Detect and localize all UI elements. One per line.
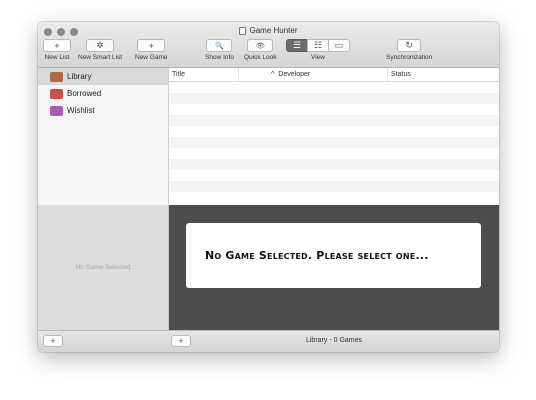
- table-row: [169, 137, 499, 148]
- add-list-button[interactable]: +: [43, 335, 63, 347]
- app-window: Game Hunter + New List ✲ New Smart List …: [38, 22, 499, 352]
- column-header-status[interactable]: Status: [388, 68, 499, 81]
- no-selection-card: No Game Selected. Please select one...: [186, 223, 481, 288]
- library-status: Library - 0 Games: [305, 337, 363, 344]
- sidebar-item-label: Borrowed: [67, 89, 102, 98]
- table-row: [169, 181, 499, 192]
- new-smart-list-label: New Smart List: [78, 54, 123, 61]
- no-selection-message: No Game Selected. Please select one...: [205, 249, 429, 262]
- bottom-bar: + + Library - 0 Games: [38, 330, 499, 352]
- quick-look-label: Quick Look: [244, 54, 277, 61]
- column-header-developer[interactable]: ^ Developer: [239, 68, 388, 81]
- synchronization-label: Synchronization: [386, 54, 433, 61]
- column-header-title[interactable]: Title: [169, 68, 239, 81]
- document-icon: [239, 26, 247, 35]
- view-label: View: [311, 54, 325, 61]
- magnifier-icon: 🔍: [206, 39, 233, 52]
- list-view-icon[interactable]: ☰: [286, 39, 308, 52]
- view-control: ☰ ☷ ▭ View: [286, 39, 350, 61]
- grid-view-icon[interactable]: ☷: [307, 39, 329, 52]
- plus-icon: +: [43, 39, 71, 52]
- toolbar: Game Hunter + New List ✲ New Smart List …: [38, 22, 499, 68]
- wishlist-heart-icon: [50, 105, 63, 116]
- table-row: [169, 126, 499, 137]
- table-row: [169, 93, 499, 104]
- sidebar-item-library[interactable]: Library: [38, 68, 168, 85]
- table-row: [169, 148, 499, 159]
- sort-ascending-icon: ^: [271, 71, 275, 78]
- sidebar: Library Borrowed Wishlist: [38, 68, 169, 205]
- table-row: [169, 159, 499, 170]
- cover-preview: No Game Selected: [38, 205, 169, 330]
- table-row: [169, 170, 499, 181]
- eye-icon: 👁: [247, 39, 274, 52]
- new-game-label: New Game: [135, 54, 168, 61]
- games-table: Title ^ Developer Status: [169, 68, 499, 205]
- window-title: Game Hunter: [38, 26, 499, 35]
- sidebar-item-label: Library: [67, 72, 92, 81]
- new-list-button[interactable]: + New List: [43, 39, 71, 61]
- table-header: Title ^ Developer Status: [169, 68, 499, 82]
- preview-placeholder-text: No Game Selected: [75, 264, 131, 271]
- sync-icon: ↻: [397, 39, 422, 52]
- table-row: [169, 192, 499, 203]
- column-header-developer-label: Developer: [278, 71, 311, 78]
- synchronization-button[interactable]: ↻ Synchronization: [386, 39, 432, 61]
- cover-flow-icon[interactable]: ▭: [328, 39, 350, 52]
- show-info-label: Show Info: [205, 54, 234, 61]
- sidebar-item-borrowed[interactable]: Borrowed: [38, 85, 168, 102]
- view-segmented-control: ☰ ☷ ▭: [286, 39, 350, 52]
- new-game-button[interactable]: + New Game: [135, 39, 168, 61]
- show-info-button[interactable]: 🔍 Show Info: [205, 39, 234, 61]
- plus-icon: +: [50, 336, 56, 346]
- game-detail-pane: No Game Selected. Please select one...: [169, 205, 499, 330]
- table-row: [169, 82, 499, 93]
- gear-icon: ✲: [86, 39, 115, 52]
- plus-icon: +: [137, 39, 166, 52]
- library-thumbnail-icon: [50, 71, 63, 82]
- sidebar-item-wishlist[interactable]: Wishlist: [38, 102, 168, 119]
- new-smart-list-button[interactable]: ✲ New Smart List: [78, 39, 122, 61]
- new-list-label: New List: [44, 54, 70, 61]
- table-row: [169, 115, 499, 126]
- table-row: [169, 104, 499, 115]
- borrowed-thumbnail-icon: [50, 88, 63, 99]
- quick-look-button[interactable]: 👁 Quick Look: [244, 39, 277, 61]
- sidebar-item-label: Wishlist: [67, 106, 95, 115]
